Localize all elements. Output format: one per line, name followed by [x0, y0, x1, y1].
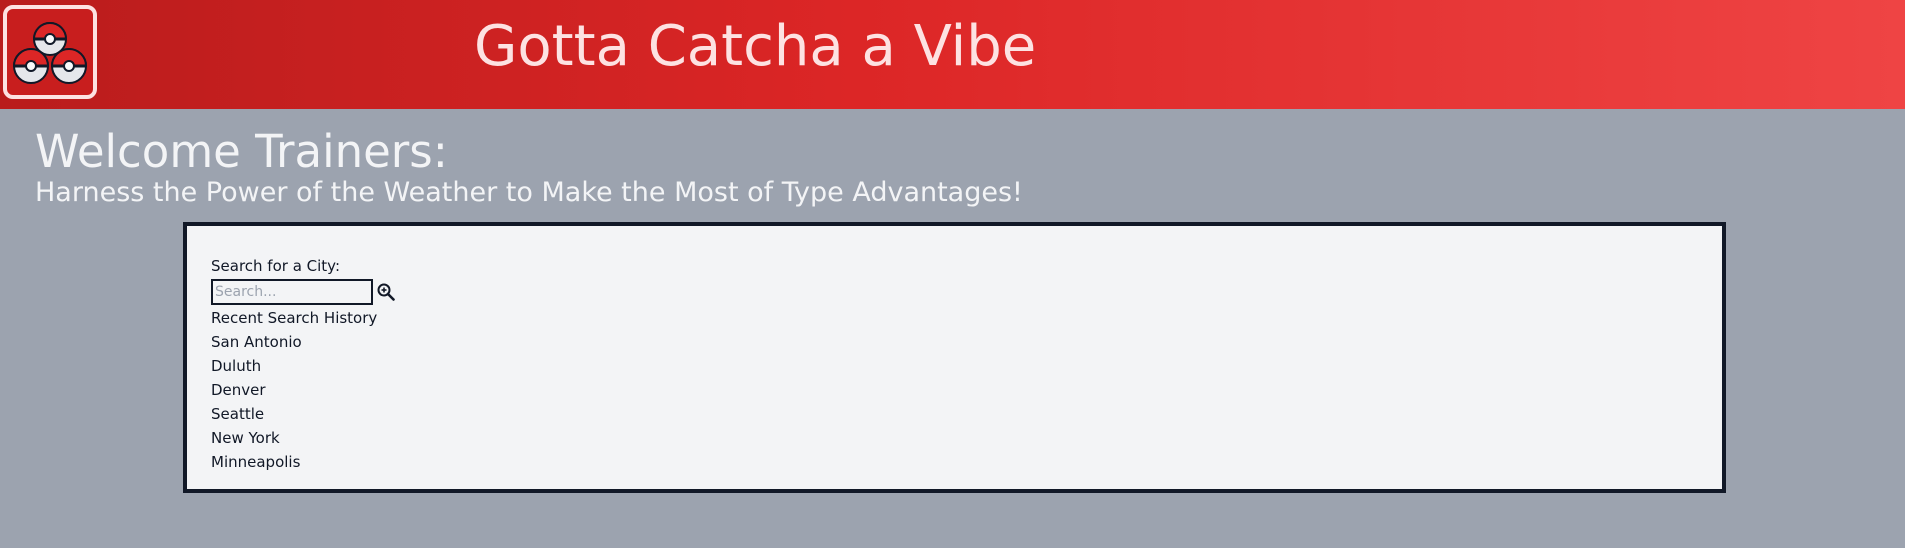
pokeball-trio-icon [12, 22, 88, 84]
search-input[interactable] [211, 279, 373, 305]
history-item-san-antonio[interactable]: San Antonio [211, 330, 397, 354]
site-header: Gotta Catcha a Vibe [0, 0, 1905, 109]
history-item-seattle[interactable]: Seattle [211, 402, 397, 426]
welcome-subtitle: Harness the Power of the Weather to Make… [35, 177, 1023, 208]
search-label: Search for a City: [211, 257, 341, 275]
search-zoom-icon [377, 283, 395, 301]
search-history-title: Recent Search History [211, 309, 378, 327]
search-panel: Search for a City: Recent Search History… [183, 222, 1726, 493]
history-item-denver[interactable]: Denver [211, 378, 397, 402]
search-button[interactable] [375, 281, 397, 303]
welcome-heading: Welcome Trainers: [35, 125, 448, 178]
site-title: Gotta Catcha a Vibe [474, 14, 1037, 79]
history-item-duluth[interactable]: Duluth [211, 354, 397, 378]
search-row [211, 278, 397, 306]
history-item-minneapolis[interactable]: Minneapolis [211, 450, 397, 474]
search-history-list: San Antonio Duluth Denver Seattle New Yo… [211, 330, 397, 474]
history-item-new-york[interactable]: New York [211, 426, 397, 450]
logo[interactable] [3, 5, 97, 99]
